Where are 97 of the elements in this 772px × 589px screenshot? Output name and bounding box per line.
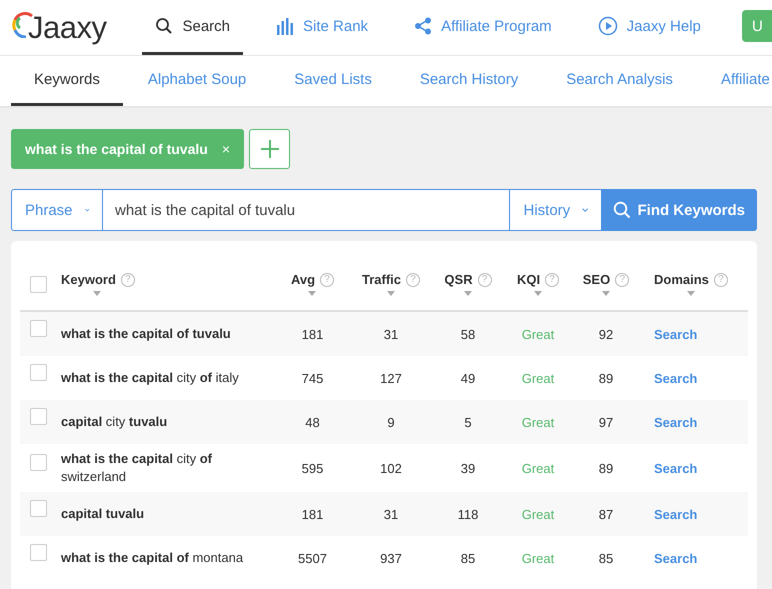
help-icon[interactable]: ?: [478, 272, 492, 286]
help-icon[interactable]: ?: [120, 272, 135, 286]
kqi-rating: Great: [522, 370, 554, 386]
sort-caret-icon[interactable]: [464, 291, 472, 296]
table-cell: 595: [302, 460, 324, 476]
row-checkbox[interactable]: [30, 544, 47, 561]
table-cell: 5: [464, 414, 472, 430]
row-checkbox[interactable]: [30, 454, 47, 471]
table-cell: 87: [598, 506, 614, 522]
table-cell: 5507: [298, 550, 327, 566]
remove-tag-button[interactable]: ×: [222, 141, 230, 157]
row-checkbox[interactable]: [30, 364, 47, 381]
chevron-down-icon: [84, 207, 89, 213]
table-cell: 9: [387, 414, 395, 430]
help-icon[interactable]: ?: [545, 272, 560, 286]
help-icon[interactable]: ?: [320, 272, 334, 286]
keyword-text: capital tuvalu: [61, 505, 146, 523]
keyword-text: what is the capital city of italy: [61, 369, 240, 387]
table-cell: 92: [598, 326, 614, 342]
column-header[interactable]: Traffic: [362, 272, 401, 287]
search-link[interactable]: Search: [654, 506, 698, 522]
help-icon[interactable]: ?: [714, 272, 728, 286]
bar-chart-icon: [276, 17, 294, 35]
search-link[interactable]: Search: [654, 326, 698, 342]
table-cell: 181: [302, 506, 324, 522]
section-tab[interactable]: Search History: [396, 56, 542, 106]
section-tab[interactable]: Search Analysis: [543, 56, 696, 106]
jaaxy-logo[interactable]: Jaaxy: [12, 0, 106, 55]
nav-tab[interactable]: Jaaxy Help: [584, 0, 714, 55]
table-cell: 937: [380, 550, 402, 566]
table-cell: 58: [460, 326, 476, 342]
section-tab[interactable]: Affiliate: [698, 56, 772, 106]
table-cell: 31: [384, 506, 398, 522]
sort-caret-icon[interactable]: [602, 291, 610, 296]
column-header[interactable]: KQI: [516, 272, 540, 287]
plus-icon: [260, 139, 280, 159]
keyword-tag[interactable]: what is the capital of tuvalu ×: [11, 129, 244, 169]
column-header[interactable]: QSR: [444, 272, 473, 287]
row-checkbox[interactable]: [30, 408, 47, 425]
find-keywords-button[interactable]: Find Keywords: [601, 189, 757, 231]
section-tab[interactable]: Saved Lists: [271, 56, 395, 106]
search-link[interactable]: Search: [654, 370, 698, 386]
search-icon: [613, 201, 632, 219]
search-link[interactable]: Search: [654, 414, 698, 430]
table-cell: 89: [598, 460, 614, 476]
kqi-rating: Great: [522, 326, 554, 342]
column-header[interactable]: SEO: [582, 272, 610, 287]
table-cell: 49: [460, 370, 476, 386]
sort-caret-icon[interactable]: [534, 291, 542, 296]
row-checkbox[interactable]: [30, 320, 47, 337]
keyword-input[interactable]: what is the capital of tuvalu: [103, 189, 510, 231]
keyword-text: what is the capital of montana: [61, 549, 244, 567]
table-cell: 85: [598, 550, 614, 566]
keyword-text: capital city tuvalu: [61, 413, 168, 431]
table-cell: 97: [598, 414, 614, 430]
help-icon[interactable]: ?: [615, 272, 630, 286]
sort-caret-icon[interactable]: [386, 291, 395, 296]
sort-caret-icon[interactable]: [686, 291, 695, 296]
row-checkbox[interactable]: [30, 276, 47, 294]
sort-caret-icon[interactable]: [93, 291, 101, 296]
table-cell: 181: [302, 326, 324, 342]
kqi-rating: Great: [522, 506, 554, 522]
table-cell: 48: [305, 414, 320, 430]
section-tab[interactable]: Keywords: [11, 56, 123, 106]
add-tag-button[interactable]: [249, 129, 290, 169]
table-cell: 127: [380, 370, 402, 386]
column-header[interactable]: Keyword: [61, 272, 116, 287]
keyword-text: what is the capital of tuvalu: [61, 325, 232, 343]
match-type-dropdown[interactable]: Phrase: [11, 189, 103, 231]
table-cell: 31: [384, 326, 398, 342]
table-cell: 118: [458, 506, 478, 522]
history-dropdown[interactable]: History: [509, 189, 602, 231]
search-link[interactable]: Search: [654, 550, 698, 566]
nav-tab[interactable]: Affiliate Program: [401, 0, 565, 55]
table-cell: 89: [598, 370, 614, 386]
tag-label: what is the capital of tuvalu: [25, 141, 208, 157]
play-icon: [598, 16, 618, 36]
kqi-rating: Great: [522, 550, 554, 566]
kqi-rating: Great: [522, 460, 554, 476]
column-header[interactable]: Avg: [290, 272, 316, 287]
column-header[interactable]: Domains: [654, 272, 709, 287]
sort-caret-icon[interactable]: [308, 291, 316, 296]
table-cell: 85: [460, 550, 476, 566]
search-link[interactable]: Search: [654, 460, 698, 476]
table-cell: 39: [460, 460, 476, 476]
table-cell: 102: [380, 460, 402, 476]
help-icon[interactable]: ?: [406, 272, 420, 286]
row-checkbox[interactable]: [30, 500, 47, 517]
kqi-rating: Great: [522, 414, 554, 430]
share-icon: [414, 17, 432, 35]
search-icon: [155, 17, 174, 35]
keyword-text: what is the capital city of switzerland: [61, 450, 213, 486]
section-tab[interactable]: Alphabet Soup: [124, 56, 270, 106]
chevron-down-icon: [582, 207, 588, 213]
table-cell: 745: [302, 370, 324, 386]
upgrade-button[interactable]: U: [742, 10, 772, 42]
nav-tab[interactable]: Site Rank: [263, 0, 382, 55]
